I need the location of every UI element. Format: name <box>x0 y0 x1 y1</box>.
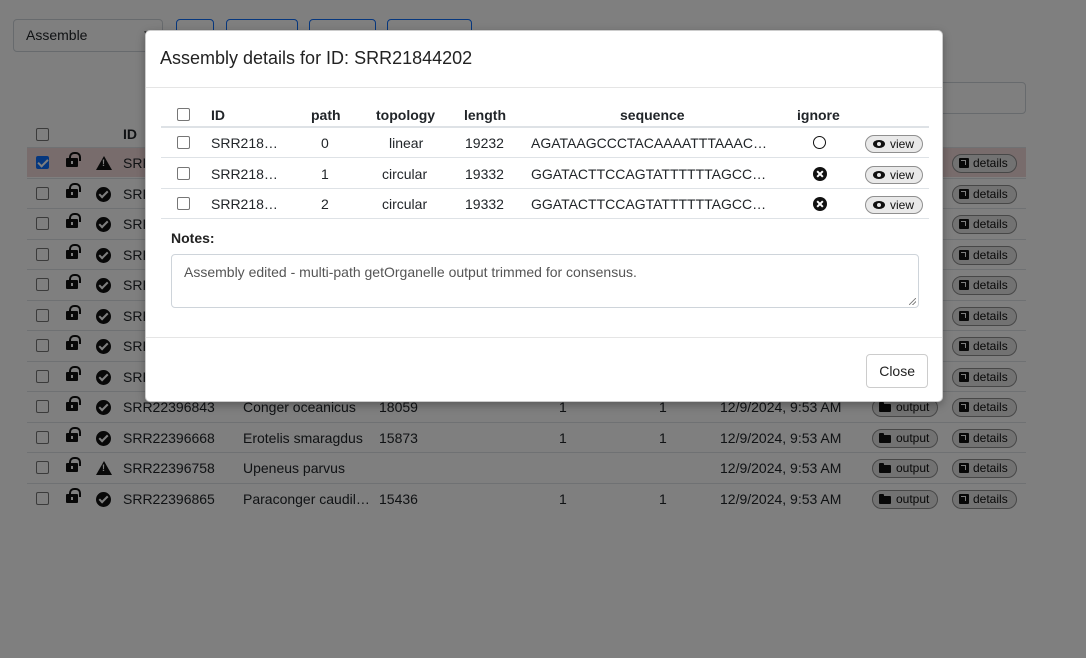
paths-table-header: ID path topology length sequence ignore <box>161 102 929 128</box>
column-header-ignore: ignore <box>797 107 840 123</box>
path-row-topology: circular <box>382 165 428 182</box>
modal-footer: Close <box>146 337 942 403</box>
assembly-details-modal: Assembly details for ID: SRR21844202 ID … <box>145 30 943 402</box>
path-row-length: 19332 <box>465 165 504 182</box>
path-row-topology: circular <box>382 196 428 212</box>
path-row-length: 19232 <box>465 135 504 151</box>
modal-header: Assembly details for ID: SRR21844202 <box>146 31 942 88</box>
path-row-sequence: AGATAAGCCCTACAAAATTTAAAC… <box>531 135 767 151</box>
column-header-length: length <box>464 107 506 123</box>
select-all-paths-checkbox[interactable] <box>177 108 190 121</box>
path-row-checkbox[interactable] <box>177 166 190 180</box>
close-button[interactable]: Close <box>866 354 928 388</box>
view-button[interactable]: view <box>865 196 924 214</box>
column-header-topology: topology <box>376 107 436 123</box>
view-button[interactable]: view <box>865 135 924 153</box>
path-row-id: SRR218… <box>211 165 278 182</box>
path-row[interactable]: SRR218… 0 linear 19232 AGATAAGCCCTACAAAATTTA… <box>161 128 929 158</box>
view-button[interactable]: view <box>865 165 924 184</box>
notes-label: Notes: <box>171 230 215 246</box>
path-row-sequence: GGATACTTCCAGTATTTTTTAGCC… <box>531 165 767 182</box>
resize-handle-icon[interactable] <box>909 298 916 305</box>
path-row-path: 0 <box>321 135 329 151</box>
path-row[interactable]: SRR218… 2 circular 19332 GGATACTTCCAGTATTTTT… <box>161 189 929 219</box>
path-row-path: 1 <box>321 165 329 182</box>
path-row-checkbox[interactable] <box>177 197 190 210</box>
view-label: view <box>890 137 915 151</box>
path-row[interactable]: SRR218… 1 circular 19332 GGATACTTCCAGTATTTTT… <box>161 159 929 189</box>
notes-text: Assembly edited - multi-path getOrganell… <box>184 264 637 280</box>
eye-icon <box>873 140 885 148</box>
column-header-id: ID <box>211 107 225 123</box>
notes-textarea[interactable]: Assembly edited - multi-path getOrganell… <box>171 254 919 308</box>
path-row-length: 19332 <box>465 196 504 212</box>
path-row-id: SRR218… <box>211 196 278 212</box>
view-label: view <box>890 198 915 212</box>
path-row-topology: linear <box>389 135 424 151</box>
path-row-id: SRR218… <box>211 135 278 151</box>
column-header-path: path <box>311 107 341 123</box>
eye-icon <box>873 170 885 179</box>
path-row-path: 2 <box>321 196 329 212</box>
modal-title: Assembly details for ID: SRR21844202 <box>160 48 473 68</box>
circle-icon[interactable] <box>813 136 826 149</box>
x-circle-icon[interactable] <box>813 166 827 181</box>
path-row-sequence: GGATACTTCCAGTATTTTTTAGCC… <box>531 196 767 212</box>
x-circle-icon[interactable] <box>813 197 827 211</box>
path-row-checkbox[interactable] <box>177 136 190 149</box>
view-label: view <box>890 167 915 182</box>
column-header-sequence: sequence <box>620 107 685 123</box>
eye-icon <box>873 201 885 209</box>
